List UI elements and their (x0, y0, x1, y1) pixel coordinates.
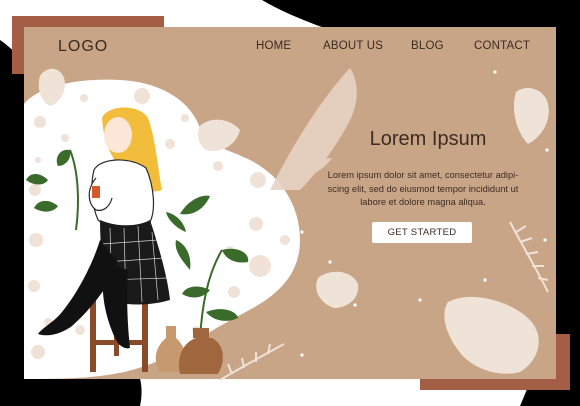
hero-description: Lorem ipsum dolor sit amet, consectetur … (327, 170, 519, 208)
hero-title: Lorem Ipsum (369, 128, 487, 150)
nav-link-about-us[interactable]: ABOUT US (323, 40, 383, 52)
monstera-leaf-bottom-right (444, 296, 539, 374)
fern-leaf-right (509, 221, 549, 293)
monstera-leaf-mid (198, 119, 240, 152)
nav-link-home[interactable]: HOME (256, 40, 291, 52)
nav-link-contact[interactable]: CONTACT (474, 40, 530, 52)
monstera-leaf-bottom-center (316, 271, 359, 308)
main-nav: HOME ABOUT US BLOG CONTACT (0, 40, 580, 56)
cup-icon (92, 186, 100, 198)
fern-leaf-bottom (219, 343, 285, 381)
monstera-leaf-right (513, 88, 549, 144)
get-started-button[interactable]: GET STARTED (372, 222, 472, 243)
nav-link-blog[interactable]: BLOG (411, 40, 444, 52)
